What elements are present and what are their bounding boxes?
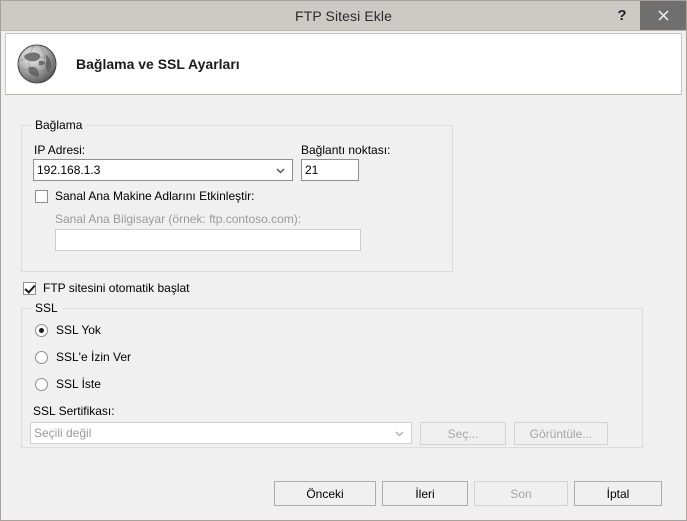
close-icon: [658, 10, 668, 21]
ssl-groupbox-legend: SSL: [31, 301, 62, 315]
port-label: Bağlantı noktası:: [301, 143, 391, 157]
virtual-host-checkbox[interactable]: Sanal Ana Makine Adlarını Etkinleştir:: [35, 189, 254, 203]
close-button[interactable]: [640, 1, 686, 30]
virtual-host-checkbox-label: Sanal Ana Makine Adlarını Etkinleştir:: [55, 189, 255, 203]
ftp-site-wizard-dialog: FTP Sitesi Ekle ? Bağlama ve SSL Ayarlar…: [0, 0, 687, 521]
view-certificate-button[interactable]: Görüntüle...: [514, 422, 608, 445]
ssl-certificate-value: Seçili değil: [34, 426, 92, 440]
radio-ssl-none-label: SSL Yok: [56, 323, 101, 337]
radio-ssl-allow-label: SSL'e İzin Ver: [56, 350, 131, 364]
previous-button[interactable]: Önceki: [274, 481, 376, 506]
wizard-header: Bağlama ve SSL Ayarları: [5, 33, 682, 95]
globe-icon: [6, 41, 68, 87]
virtual-host-hint-label: Sanal Ana Bilgisayar (örnek: ftp.contoso…: [55, 212, 302, 226]
radio-ssl-require[interactable]: SSL İste: [35, 377, 101, 391]
ssl-certificate-label: SSL Sertifikası:: [33, 404, 115, 418]
dialog-footer: Önceki İleri Son İptal: [1, 464, 686, 520]
autostart-checkbox[interactable]: FTP sitesini otomatik başlat: [23, 281, 190, 295]
autostart-label: FTP sitesini otomatik başlat: [43, 281, 190, 295]
radio-indicator: [35, 350, 48, 364]
virtual-host-input[interactable]: [55, 229, 361, 251]
next-button[interactable]: İleri: [382, 481, 468, 506]
select-certificate-button[interactable]: Seç...: [420, 422, 506, 445]
dialog-body: Bağlama IP Adresi: 192.168.1.3 Bağlantı …: [1, 95, 686, 520]
checkbox-box: [35, 189, 48, 203]
page-title: Bağlama ve SSL Ayarları: [76, 56, 240, 72]
title-bar: FTP Sitesi Ekle ?: [1, 1, 686, 31]
checkbox-box: [23, 281, 36, 295]
ip-address-combo[interactable]: 192.168.1.3: [33, 159, 293, 181]
window-title: FTP Sitesi Ekle: [295, 7, 392, 24]
ssl-certificate-combo[interactable]: Seçili değil: [30, 422, 412, 444]
ip-address-label: IP Adresi:: [34, 143, 86, 157]
radio-ssl-none[interactable]: SSL Yok: [35, 323, 101, 337]
title-bar-buttons: ?: [604, 1, 686, 30]
radio-indicator: [35, 377, 48, 391]
ip-address-value: 192.168.1.3: [37, 163, 101, 177]
radio-ssl-require-label: SSL İste: [56, 377, 101, 391]
help-button[interactable]: ?: [604, 1, 640, 30]
finish-button[interactable]: Son: [474, 481, 568, 506]
binding-groupbox-legend: Bağlama: [31, 118, 87, 132]
radio-ssl-allow[interactable]: SSL'e İzin Ver: [35, 350, 131, 364]
radio-indicator: [35, 323, 48, 337]
port-value: 21: [305, 163, 319, 177]
cancel-button[interactable]: İptal: [574, 481, 662, 506]
chevron-down-icon: [391, 428, 408, 439]
port-input[interactable]: 21: [301, 159, 359, 181]
chevron-down-icon: [272, 165, 289, 176]
